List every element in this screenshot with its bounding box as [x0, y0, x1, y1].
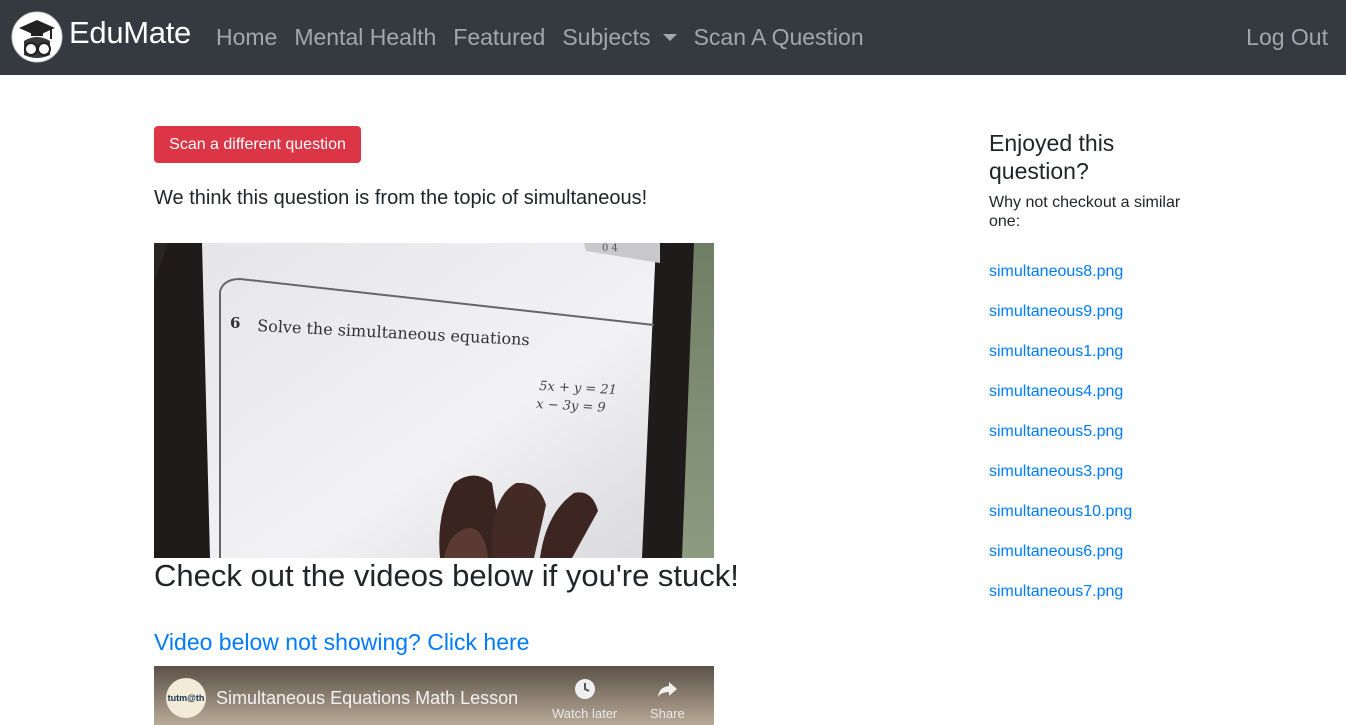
similar-question-link[interactable]: simultaneous9.png [989, 303, 1123, 320]
list-item: simultaneous6.png [989, 543, 1132, 583]
share-button[interactable]: Share [650, 678, 685, 721]
youtube-video-embed[interactable]: tutm@th Simultaneous Equations Math Less… [154, 666, 714, 725]
similar-question-link[interactable]: simultaneous5.png [989, 423, 1123, 440]
similar-question-link[interactable]: simultaneous4.png [989, 383, 1123, 400]
sidebar-subtitle: Why not checkout a similar one: [989, 194, 1181, 230]
scan-different-question-button[interactable]: Scan a different question [154, 126, 361, 163]
list-item: simultaneous7.png [989, 583, 1132, 623]
list-item: simultaneous8.png [989, 263, 1132, 303]
nav-scan-question[interactable]: Scan A Question [694, 24, 864, 51]
brand-link[interactable]: EduMate [11, 11, 191, 63]
watch-later-label: Watch later [552, 706, 618, 721]
nav-mental-health[interactable]: Mental Health [294, 24, 436, 51]
nav-home[interactable]: Home [216, 24, 277, 51]
clock-icon [574, 679, 595, 699]
photo-corner-digits: 0 4 [602, 243, 618, 254]
logout-link[interactable]: Log Out [1246, 24, 1328, 51]
topic-prediction-text: We think this question is from the topic… [154, 187, 648, 209]
share-label: Share [650, 706, 685, 721]
top-navbar: EduMate Home Mental Health Featured Subj… [0, 0, 1346, 75]
list-item: simultaneous10.png [989, 503, 1132, 543]
brand-name: EduMate [69, 15, 191, 50]
similar-question-link[interactable]: simultaneous3.png [989, 463, 1123, 480]
channel-badge-text: tutm@th [167, 693, 205, 703]
similar-question-link[interactable]: simultaneous6.png [989, 543, 1123, 560]
nav-links: Home Mental Health Featured Subjects Sca… [216, 24, 881, 51]
list-item: simultaneous4.png [989, 383, 1132, 423]
share-arrow-icon [658, 682, 678, 697]
videos-heading: Check out the videos below if you're stu… [154, 558, 739, 593]
graduate-owl-logo-icon [11, 11, 63, 63]
list-item: simultaneous1.png [989, 343, 1132, 383]
list-item: simultaneous9.png [989, 303, 1132, 343]
photo-question-number: 6 [230, 314, 240, 332]
watch-later-button[interactable]: Watch later [552, 678, 617, 721]
nav-subjects-label: Subjects [562, 24, 651, 50]
similar-question-link[interactable]: simultaneous8.png [989, 263, 1123, 280]
video-fallback-link[interactable]: Video below not showing? Click here [154, 629, 529, 656]
scanned-question-image: 0 4 6 Solve the simultaneous equations 5… [154, 243, 714, 558]
similar-question-link[interactable]: simultaneous7.png [989, 583, 1123, 600]
list-item: simultaneous3.png [989, 463, 1132, 503]
similar-question-link[interactable]: simultaneous10.png [989, 503, 1132, 520]
similar-questions-list: simultaneous8.png simultaneous9.png simu… [989, 263, 1132, 623]
video-title[interactable]: Simultaneous Equations Math Lesson [216, 688, 518, 709]
nav-featured[interactable]: Featured [453, 24, 545, 51]
caret-down-icon [662, 34, 677, 41]
list-item: simultaneous5.png [989, 423, 1132, 463]
channel-avatar[interactable]: tutm@th [166, 678, 206, 718]
sidebar-title: Enjoyed this question? [989, 130, 1115, 184]
scanned-question-photo: 0 4 6 Solve the simultaneous equations 5… [154, 243, 714, 558]
nav-subjects-dropdown[interactable]: Subjects [562, 24, 677, 51]
similar-question-link[interactable]: simultaneous1.png [989, 343, 1123, 360]
